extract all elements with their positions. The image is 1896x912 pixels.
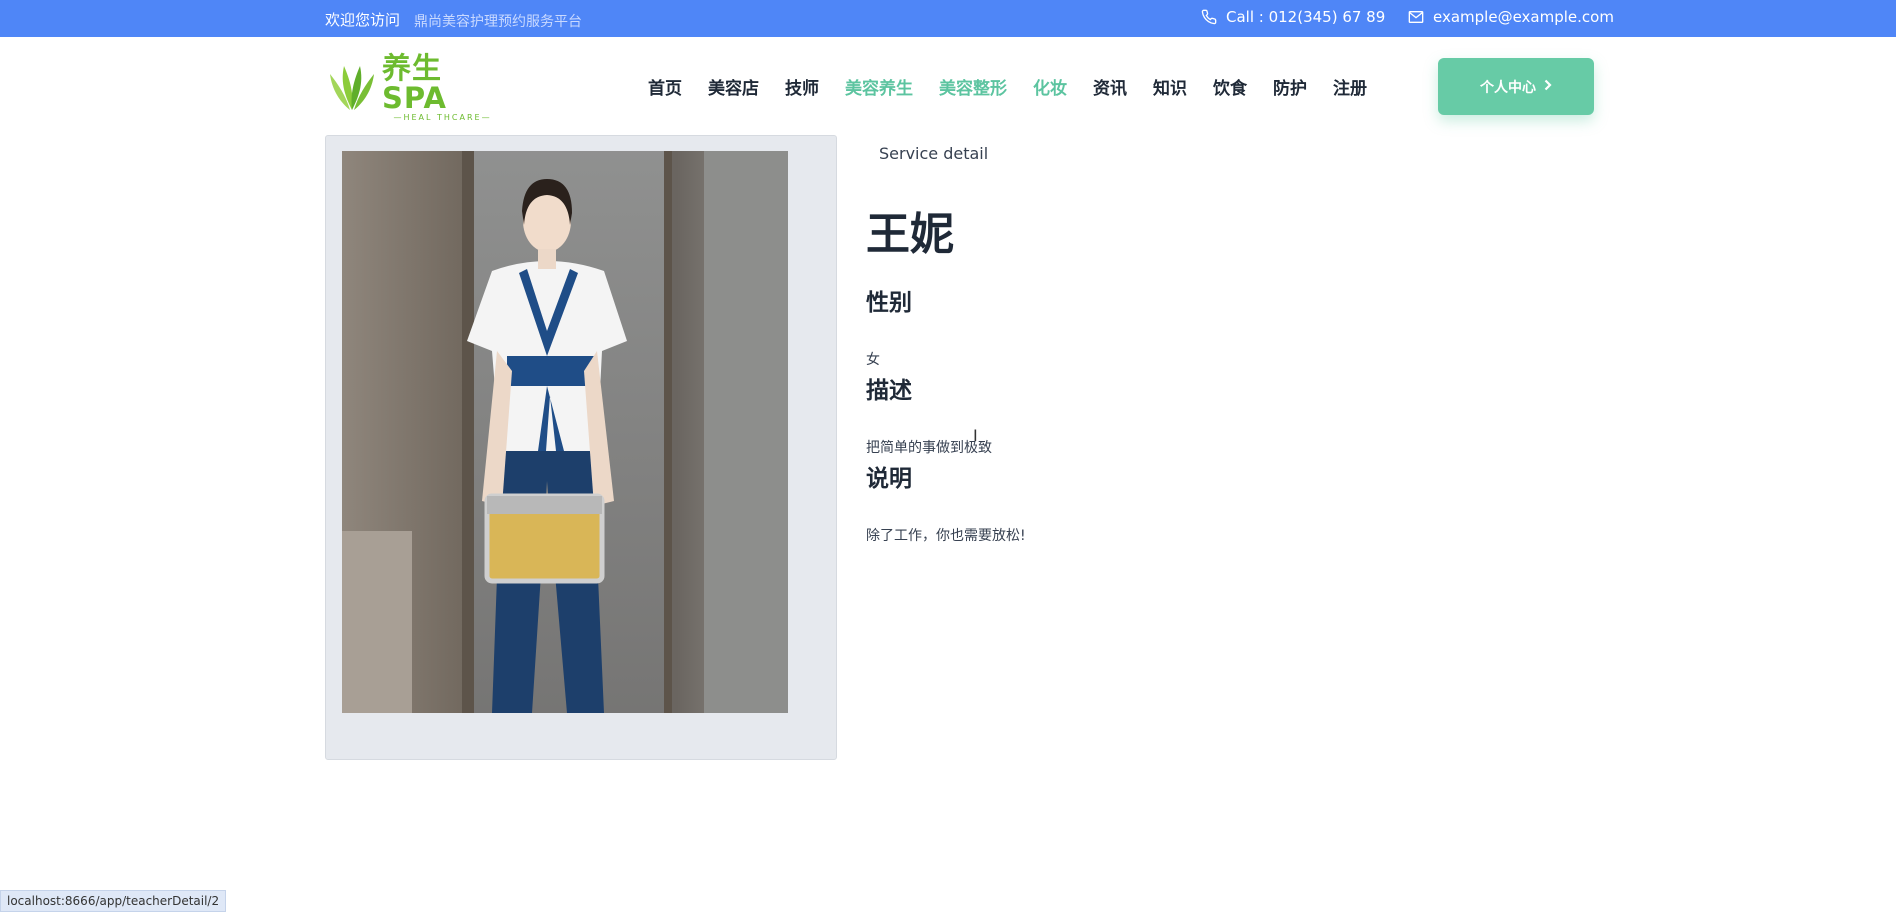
nav-beauty-health[interactable]: 美容养生 — [845, 74, 913, 99]
gender-value: 女 — [866, 352, 880, 368]
phone-number: Call : 012(345) 67 89 — [1226, 8, 1386, 26]
nav-salon[interactable]: 美容店 — [708, 74, 759, 99]
phone-icon — [1201, 9, 1217, 25]
nav-register[interactable]: 注册 — [1333, 74, 1367, 99]
logo-title: 养生SPA — [382, 51, 447, 115]
chevron-right-icon — [1544, 79, 1552, 95]
phone-contact[interactable]: Call : 012(345) 67 89 — [1201, 8, 1385, 26]
site-logo[interactable]: 养生SPA —HEAL THCARE— — [328, 53, 503, 122]
top-bar: 欢迎您访问 鼎尚美容护理预约服务平台 Call : 012(345) 67 89… — [0, 0, 1896, 37]
gender-heading: 性别 — [866, 290, 912, 316]
description-heading: 描述 — [866, 378, 912, 404]
section-eyebrow: Service detail — [879, 144, 989, 163]
nav-makeup[interactable]: 化妆 — [1033, 74, 1067, 99]
technician-name: 王妮 — [866, 209, 954, 260]
notes-heading: 说明 — [866, 466, 912, 492]
main-nav: 首页 美容店 技师 美容养生 美容整形 化妆 资讯 知识 饮食 防护 注册 — [648, 74, 1393, 99]
personal-center-label: 个人中心 — [1480, 79, 1536, 96]
mail-icon — [1408, 10, 1424, 24]
nav-news[interactable]: 资讯 — [1093, 74, 1127, 99]
technician-photo — [342, 151, 788, 713]
nav-diet[interactable]: 饮食 — [1213, 74, 1247, 99]
welcome-text: 欢迎您访问 — [325, 11, 401, 29]
platform-name: 鼎尚美容护理预约服务平台 — [414, 14, 582, 30]
leaf-logo-icon — [328, 60, 376, 116]
personal-center-button[interactable]: 个人中心 — [1438, 58, 1594, 115]
site-header: 养生SPA —HEAL THCARE— 首页 美容店 技师 美容养生 美容整形 … — [0, 37, 1896, 135]
technician-photo-card — [325, 135, 837, 760]
text-cursor-icon: I — [973, 426, 978, 445]
nav-knowledge[interactable]: 知识 — [1153, 74, 1187, 99]
nav-home[interactable]: 首页 — [648, 74, 682, 99]
email-address: example@example.com — [1433, 8, 1614, 26]
notes-value: 除了工作，你也需要放松! — [866, 528, 1026, 544]
nav-cosmetic-surgery[interactable]: 美容整形 — [939, 74, 1007, 99]
nav-protection[interactable]: 防护 — [1273, 74, 1307, 99]
nav-technician[interactable]: 技师 — [785, 74, 819, 99]
logo-subtitle: —HEAL THCARE— — [393, 113, 492, 122]
email-contact[interactable]: example@example.com — [1408, 8, 1614, 26]
browser-status-bar: localhost:8666/app/teacherDetail/2 — [0, 890, 227, 912]
